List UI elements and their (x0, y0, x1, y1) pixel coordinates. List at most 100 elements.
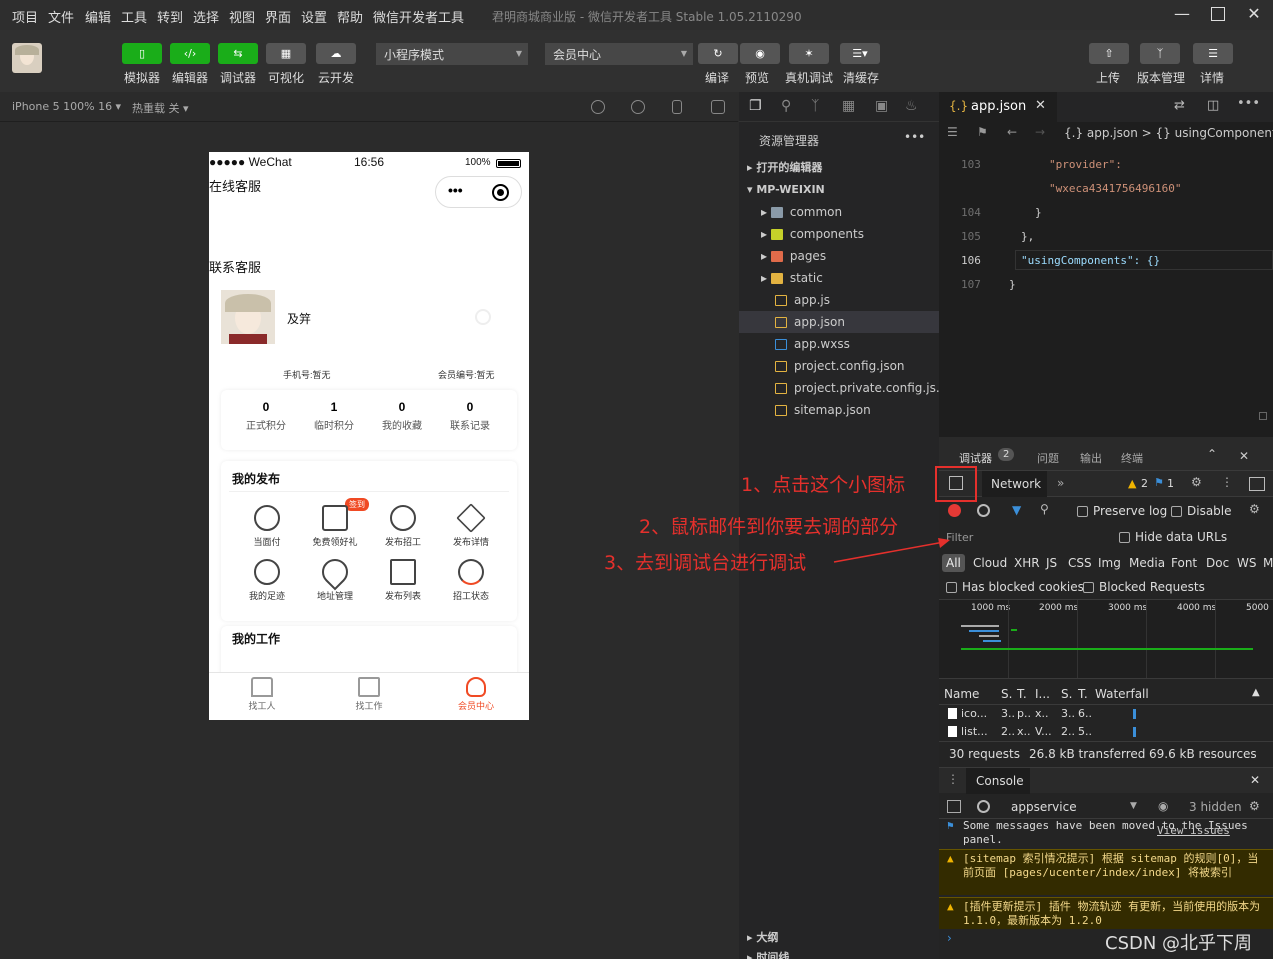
forward-icon[interactable]: → (1035, 125, 1045, 139)
file-item[interactable]: ▸ components (739, 223, 939, 245)
file-item[interactable]: app.js (739, 289, 939, 311)
mode-select[interactable]: 小程序模式 ▼ (376, 43, 528, 65)
kebab-icon[interactable]: ⋮ (1221, 475, 1233, 489)
debugger-toggle-button[interactable]: ⇆ (218, 43, 258, 64)
grid-footprints[interactable]: 我的足迹 (233, 559, 301, 602)
tab-terminal[interactable]: 终端 (1121, 450, 1143, 466)
bookmark-icon[interactable]: ⚑ (977, 125, 988, 139)
type-js[interactable]: JS (1046, 556, 1057, 570)
maximize-icon[interactable] (1208, 4, 1228, 24)
menu-tools[interactable]: 工具 (121, 7, 147, 26)
col-status[interactable]: S. (1001, 687, 1012, 701)
type-doc[interactable]: Doc (1206, 556, 1229, 570)
record-icon[interactable] (948, 504, 961, 517)
menu-help[interactable]: 帮助 (337, 7, 363, 26)
tab-app-json[interactable]: {.} app.json ✕ (939, 92, 1057, 122)
type-img[interactable]: Img (1098, 556, 1121, 570)
clear-console-icon[interactable] (977, 800, 990, 813)
preview-panel-icon[interactable]: ▣ (875, 98, 888, 114)
split-editor-icon[interactable]: ◫ (1207, 98, 1219, 113)
git-icon[interactable]: ᛉ (811, 98, 819, 114)
file-item[interactable]: project.config.json (739, 355, 939, 377)
has-blocked-cookies-checkbox[interactable]: Has blocked cookies (946, 580, 1084, 594)
col-name[interactable]: Name (944, 687, 979, 701)
menu-wechat-devtools[interactable]: 微信开发者工具 (373, 7, 464, 26)
sort-icon[interactable]: ▲ (1252, 687, 1260, 698)
record-icon[interactable] (631, 100, 645, 114)
type-font[interactable]: Font (1171, 556, 1197, 570)
grid-address[interactable]: 地址管理 (301, 553, 369, 602)
warning-icon[interactable]: ▲ (1128, 477, 1136, 490)
tab-output[interactable]: 输出 (1080, 450, 1102, 466)
view-issues-link[interactable]: View issues (1157, 824, 1230, 838)
stat-favorites[interactable]: 0 我的收藏 (365, 400, 439, 432)
eye-icon[interactable]: ◉ (1158, 799, 1168, 813)
open-editors-header[interactable]: ▸ 打开的编辑器 (739, 157, 939, 179)
close-icon[interactable]: ✕ (1244, 4, 1264, 24)
col-type[interactable]: T. (1017, 687, 1027, 701)
col-waterfall[interactable]: Waterfall (1095, 687, 1149, 701)
simulator-toggle-button[interactable]: ▯ (122, 43, 162, 64)
files-icon[interactable]: ❐ (749, 98, 762, 114)
tab-find-job[interactable]: 找工作 (316, 677, 422, 712)
preview-button[interactable]: ◉ (740, 43, 780, 64)
close-panel-icon[interactable]: ✕ (1239, 449, 1249, 463)
file-item[interactable]: ▸ pages (739, 245, 939, 267)
drawer-menu-icon[interactable]: ⋮ (947, 772, 959, 786)
visual-button[interactable]: ▦ (266, 43, 306, 64)
menu-select[interactable]: 选择 (193, 7, 219, 26)
settings-icon[interactable]: ⚙ (1191, 475, 1202, 489)
type-cloud[interactable]: Cloud (973, 556, 1007, 570)
console-prompt-icon[interactable]: › (947, 931, 952, 945)
grid-post-job[interactable]: 发布招工 (369, 505, 437, 548)
list-icon[interactable]: ☰ (947, 125, 958, 139)
stat-formal-points[interactable]: 0 正式积分 (229, 400, 303, 432)
context-select[interactable]: appservice (1011, 800, 1077, 814)
grid-free-gift[interactable]: 免费领好礼 (301, 505, 369, 548)
back-icon[interactable]: ← (1007, 125, 1017, 139)
hot-reload-select[interactable]: 热重载 关 ▾ (132, 100, 189, 116)
info-icon[interactable]: ⚑ (1154, 476, 1164, 489)
explorer-more-icon[interactable]: ••• (904, 130, 925, 144)
type-manifest[interactable]: M (1263, 556, 1273, 570)
sidebar-toggle-icon[interactable] (947, 800, 961, 813)
more-icon[interactable]: ••• (448, 182, 463, 198)
file-item[interactable]: app.json (739, 311, 939, 333)
cloud-button[interactable]: ☁ (316, 43, 356, 64)
tab-member-center[interactable]: 会员中心 (423, 677, 529, 712)
close-tab-icon[interactable]: ✕ (1035, 98, 1046, 113)
rotate-icon[interactable] (591, 100, 605, 114)
grid-face-pay[interactable]: 当面付 (233, 505, 301, 548)
more-tabs-icon[interactable]: » (1057, 476, 1064, 490)
menu-file[interactable]: 文件 (48, 7, 74, 26)
file-item[interactable]: ▸ common (739, 201, 939, 223)
extensions-icon[interactable]: ▦ (842, 98, 855, 114)
menu-goto[interactable]: 转到 (157, 7, 183, 26)
type-xhr[interactable]: XHR (1014, 556, 1040, 570)
preserve-log-checkbox[interactable]: Preserve log (1077, 504, 1167, 518)
network-overview[interactable]: 1000 ms 2000 ms 3000 ms 4000 ms 5000 (939, 599, 1273, 679)
grid-recruit-status[interactable]: 招工状态 (437, 559, 505, 602)
editor-toggle-button[interactable]: ‹/› (170, 43, 210, 64)
menu-project[interactable]: 项目 (12, 7, 38, 26)
console-settings-icon[interactable]: ⚙ (1249, 799, 1260, 813)
project-header[interactable]: ▾ MP-WEIXIN (739, 179, 939, 201)
docker-icon[interactable]: ♨ (905, 98, 918, 114)
stat-temp-points[interactable]: 1 临时积分 (297, 400, 371, 432)
file-item[interactable]: ▸ static (739, 267, 939, 289)
file-item[interactable]: app.wxss (739, 333, 939, 355)
breadcrumb-path[interactable]: {.} app.json > {} usingComponent (1064, 126, 1273, 140)
remote-debug-button[interactable]: ✶ (789, 43, 829, 64)
minimize-icon[interactable]: — (1172, 4, 1192, 24)
clear-cache-button[interactable]: ☰▾ (840, 43, 880, 64)
device-select[interactable]: iPhone 5 100% 16 ▾ (12, 100, 121, 113)
col-initiator[interactable]: I... (1035, 687, 1050, 701)
close-drawer-icon[interactable]: ✕ (1250, 773, 1260, 787)
table-row[interactable]: ico... 3.. p.. x.. 3.. 6.. (939, 705, 1273, 723)
blocked-requests-checkbox[interactable]: Blocked Requests (1083, 580, 1205, 594)
tab-find-worker[interactable]: 找工人 (209, 677, 315, 712)
tab-problems[interactable]: 问题 (1037, 450, 1059, 466)
type-css[interactable]: CSS (1068, 556, 1092, 570)
upload-button[interactable]: ⇧ (1089, 43, 1129, 64)
minimap-scroll[interactable] (1259, 412, 1267, 420)
